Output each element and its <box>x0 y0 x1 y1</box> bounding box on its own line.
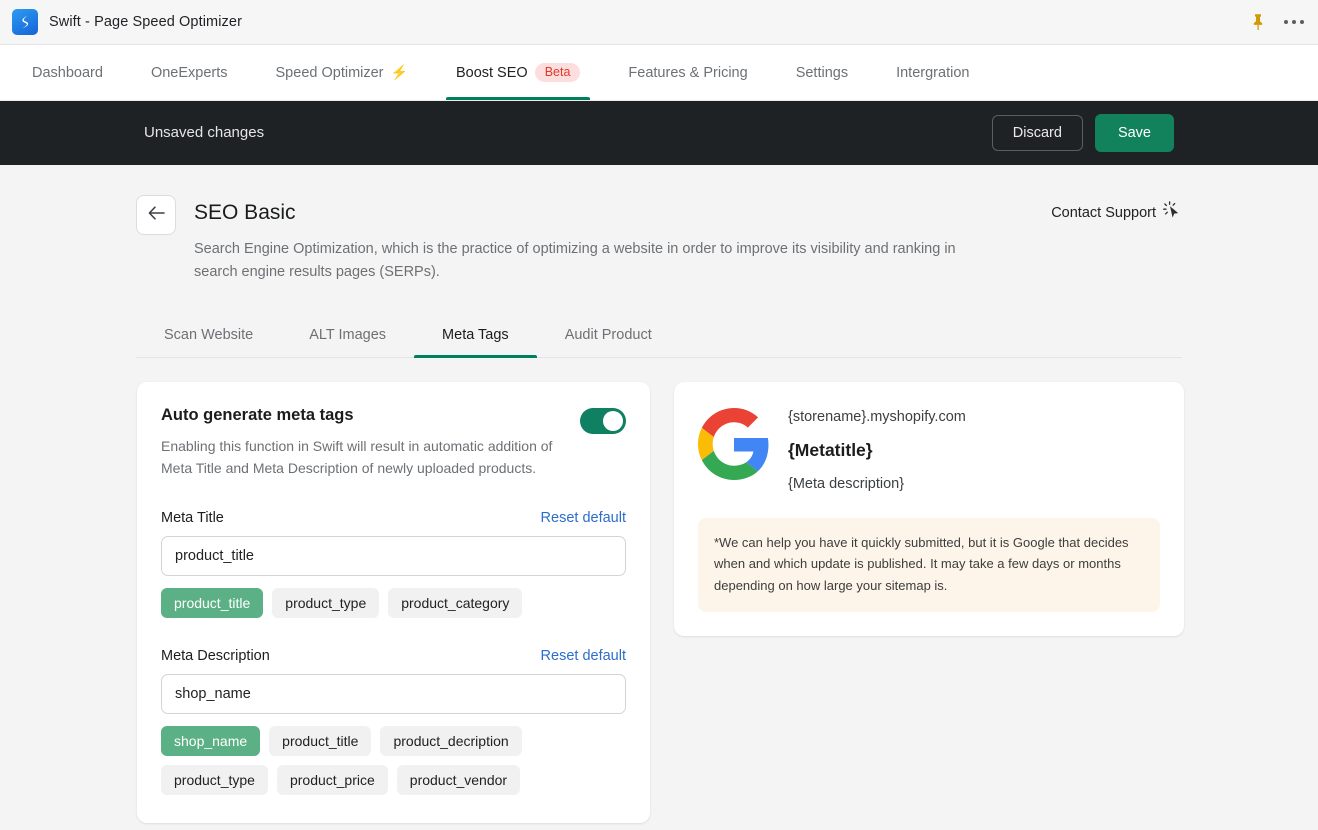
subtab-audit-product[interactable]: Audit Product <box>537 317 680 357</box>
nav-tab-label: Speed Optimizer <box>275 64 384 81</box>
page-title: SEO Basic <box>194 201 296 224</box>
meta-description-input[interactable] <box>161 673 626 714</box>
meta-title-reset-default-link[interactable]: Reset default <box>541 510 626 526</box>
preview-title: {Metatitle} <box>788 439 873 460</box>
meta-title-label: Meta Title <box>161 509 224 526</box>
meta-title-header: Meta Title Reset default <box>161 510 626 526</box>
auto-generate-description: Enabling this function in Swift will res… <box>161 438 553 477</box>
subtab-label: Audit Product <box>564 327 652 344</box>
preview-note: *We can help you have it quickly submitt… <box>698 517 1160 613</box>
auto-generate-toggle[interactable] <box>580 408 626 435</box>
meta-description-reset-default-link[interactable]: Reset default <box>541 648 626 664</box>
contact-support-button[interactable]: Contact Support <box>1051 201 1182 225</box>
app-title: Swift - Page Speed Optimizer <box>49 14 242 30</box>
save-button[interactable]: Save <box>1094 113 1174 152</box>
unsaved-changes-message: Unsaved changes <box>144 124 265 141</box>
google-preview-text: {storename}.myshopify.com {Metatitle} {M… <box>788 404 966 494</box>
back-button[interactable] <box>136 195 176 235</box>
nav-tab-speed-optimizer[interactable]: Speed Optimizer ⚡ <box>252 45 432 100</box>
nav-tab-dashboard[interactable]: Dashboard <box>8 45 127 100</box>
page-header: SEO Basic Search Engine Optimization, wh… <box>0 165 1318 283</box>
bolt-icon: ⚡ <box>390 64 408 80</box>
nav-tab-intergration[interactable]: Intergration <box>872 45 993 100</box>
contact-support-label: Contact Support <box>1051 205 1156 221</box>
chip-product-title[interactable]: product_title <box>269 725 372 756</box>
preview-description: {Meta description} <box>788 475 905 492</box>
chip-product-title[interactable]: product_title <box>161 587 264 618</box>
preview-url: {storename}.myshopify.com <box>788 409 966 426</box>
app-titlebar: Swift - Page Speed Optimizer <box>0 0 1318 45</box>
subtab-label: ALT Images <box>309 327 387 344</box>
subtab-label: Meta Tags <box>442 327 509 344</box>
auto-generate-title: Auto generate meta tags <box>161 406 354 425</box>
main-navigation: Dashboard OneExperts Speed Optimizer ⚡ B… <box>0 45 1318 100</box>
subtab-alt-images[interactable]: ALT Images <box>281 317 414 357</box>
meta-description-field-group: Meta Description Reset default shop_name… <box>161 648 626 795</box>
nav-tab-label: Dashboard <box>32 64 103 81</box>
subtab-meta-tags[interactable]: Meta Tags <box>414 317 537 359</box>
subtab-label: Scan Website <box>164 327 254 344</box>
discard-button[interactable]: Discard <box>991 114 1083 151</box>
nav-tab-label: Boost SEO <box>455 64 528 81</box>
nav-tab-label: Intergration <box>896 64 970 81</box>
meta-description-label: Meta Description <box>161 647 270 664</box>
meta-description-header: Meta Description Reset default <box>161 648 626 664</box>
chip-shop-name[interactable]: shop_name <box>161 725 261 756</box>
arrow-left-icon <box>147 205 166 226</box>
chip-product-type[interactable]: product_type <box>161 764 268 795</box>
app-logo-icon <box>12 9 38 35</box>
meta-title-input[interactable] <box>161 535 626 576</box>
meta-title-field-group: Meta Title Reset default product_title p… <box>161 510 626 618</box>
nav-tab-label: Settings <box>795 64 849 81</box>
titlebar-actions <box>1250 0 1304 44</box>
nav-tab-oneexperts[interactable]: OneExperts <box>127 45 252 100</box>
savebar-actions: Discard Save <box>991 113 1174 152</box>
google-preview-row: {storename}.myshopify.com {Metatitle} {M… <box>698 404 1160 494</box>
subtab-scan-website[interactable]: Scan Website <box>136 317 281 357</box>
pushpin-icon[interactable] <box>1250 13 1266 31</box>
beta-badge: Beta <box>534 62 581 83</box>
cursor-click-icon <box>1162 201 1182 225</box>
nav-tab-label: Features & Pricing <box>628 64 748 81</box>
nav-tab-features-pricing[interactable]: Features & Pricing <box>604 45 771 100</box>
meta-tags-settings-card: Auto generate meta tags Enabling this fu… <box>137 382 650 823</box>
chip-product-category[interactable]: product_category <box>388 587 523 618</box>
chip-product-decription[interactable]: product_decription <box>380 725 522 756</box>
nav-tab-boost-seo[interactable]: Boost SEO Beta <box>432 45 604 100</box>
page-description: Search Engine Optimization, which is the… <box>194 241 956 280</box>
section-tabs: Scan Website ALT Images Meta Tags Audit … <box>136 317 1182 359</box>
chip-product-vendor[interactable]: product_vendor <box>396 764 521 795</box>
google-preview-card: {storename}.myshopify.com {Metatitle} {M… <box>674 382 1184 637</box>
google-logo-icon <box>698 408 770 485</box>
page-content: SEO Basic Search Engine Optimization, wh… <box>0 165 1318 823</box>
cards-container: Auto generate meta tags Enabling this fu… <box>0 358 1318 823</box>
more-horizontal-icon[interactable] <box>1283 19 1304 25</box>
nav-tab-settings[interactable]: Settings <box>772 45 872 100</box>
unsaved-changes-bar: Unsaved changes Discard Save <box>0 100 1318 165</box>
chip-product-type[interactable]: product_type <box>272 587 380 618</box>
meta-description-chips: shop_name product_title product_decripti… <box>161 725 626 795</box>
nav-tab-label: OneExperts <box>150 64 228 81</box>
meta-title-chips: product_title product_type product_categ… <box>161 587 626 618</box>
chip-product-price[interactable]: product_price <box>276 764 388 795</box>
auto-generate-row: Auto generate meta tags Enabling this fu… <box>161 406 626 480</box>
